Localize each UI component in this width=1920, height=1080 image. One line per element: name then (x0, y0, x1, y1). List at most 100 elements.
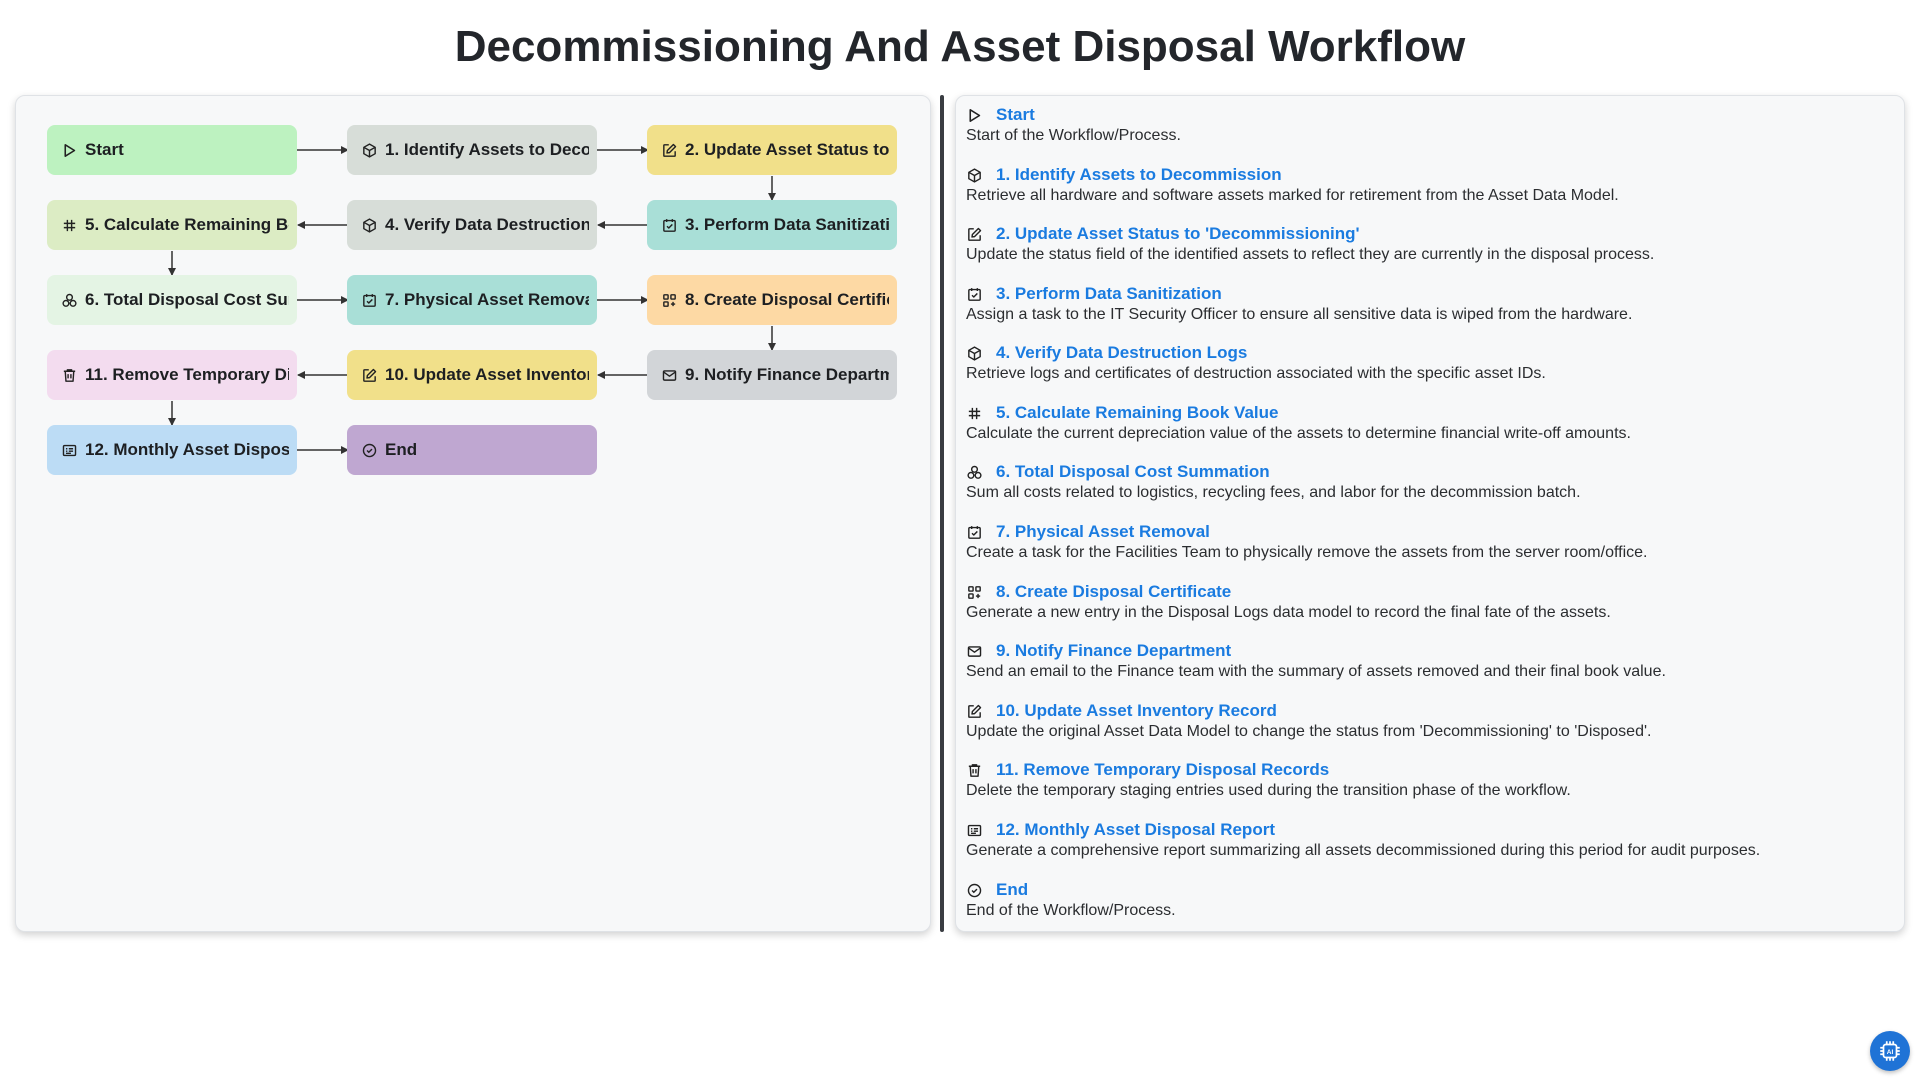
step-title-link[interactable]: End (996, 880, 1028, 900)
node-cost-summation[interactable]: 6. Total Disposal Cost Sum (47, 275, 297, 325)
node-label: 11. Remove Temporary Dis (85, 365, 289, 384)
step-item-11: 11. Remove Temporary Disposal Records De… (966, 759, 1886, 800)
edit-icon (359, 365, 379, 385)
step-item-4: 4. Verify Data Destruction Logs Retrieve… (966, 342, 1886, 383)
step-description: Retrieve all hardware and software asset… (966, 187, 1619, 204)
step-title-link[interactable]: 8. Create Disposal Certificate (996, 582, 1231, 602)
grid-plus-icon (659, 290, 679, 310)
node-label: 10. Update Asset Inventory (385, 365, 589, 384)
step-item-6: 6. Total Disposal Cost Summation Sum all… (966, 461, 1886, 502)
node-label: 3. Perform Data Sanitizatio (685, 215, 889, 234)
step-description: Retrieve logs and certificates of destru… (966, 365, 1546, 382)
node-label: 7. Physical Asset Removal (385, 290, 589, 309)
report-icon (59, 440, 79, 460)
step-title-link[interactable]: Start (996, 105, 1035, 125)
edit-icon (966, 224, 988, 244)
checkbox-icon (359, 290, 379, 310)
play-icon (966, 105, 988, 125)
step-title-link[interactable]: 7. Physical Asset Removal (996, 522, 1210, 542)
mail-icon (966, 641, 988, 661)
node-monthly-report[interactable]: 12. Monthly Asset Disposal (47, 425, 297, 475)
node-end[interactable]: End (347, 425, 597, 475)
step-details-panel (955, 95, 1905, 932)
step-item-start: Start Start of the Workflow/Process. (966, 104, 1886, 145)
step-description: Calculate the current depreciation value… (966, 425, 1631, 442)
step-description: Update the original Asset Data Model to … (966, 723, 1652, 740)
trash-icon (966, 760, 988, 780)
node-remove-temp-records[interactable]: 11. Remove Temporary Dis (47, 350, 297, 400)
checkbox-icon (659, 215, 679, 235)
step-item-2: 2. Update Asset Status to 'Decommissioni… (966, 223, 1886, 264)
step-title-link[interactable]: 6. Total Disposal Cost Summation (996, 462, 1270, 482)
grid-plus-icon (966, 582, 988, 602)
step-description: Generate a new entry in the Disposal Log… (966, 604, 1611, 621)
edit-icon (966, 701, 988, 721)
node-label: 1. Identify Assets to Decom (385, 140, 589, 159)
step-description: Generate a comprehensive report summariz… (966, 842, 1761, 859)
node-label: 9. Notify Finance Departme (685, 365, 889, 384)
step-title-link[interactable]: 9. Notify Finance Department (996, 641, 1231, 661)
check-circle-icon (359, 440, 379, 460)
step-item-8: 8. Create Disposal Certificate Generate … (966, 581, 1886, 622)
node-identify-assets[interactable]: 1. Identify Assets to Decom (347, 125, 597, 175)
step-title-link[interactable]: 2. Update Asset Status to 'Decommissioni… (996, 224, 1360, 244)
svg-text:AI: AI (1887, 1049, 1894, 1056)
panel-divider[interactable] (940, 95, 944, 932)
node-physical-removal[interactable]: 7. Physical Asset Removal (347, 275, 597, 325)
cube-icon (966, 343, 988, 363)
step-description: Send an email to the Finance team with t… (966, 663, 1666, 680)
step-item-5: 5. Calculate Remaining Book Value Calcul… (966, 402, 1886, 443)
step-item-9: 9. Notify Finance Department Send an ema… (966, 640, 1886, 681)
checkbox-icon (966, 284, 988, 304)
step-description: Start of the Workflow/Process. (966, 127, 1181, 144)
step-description: Create a task for the Facilities Team to… (966, 544, 1648, 561)
cube-icon (359, 140, 379, 160)
node-label: Start (85, 140, 124, 159)
circles-icon (59, 290, 79, 310)
trash-icon (59, 365, 79, 385)
checkbox-icon (966, 522, 988, 542)
step-title-link[interactable]: 12. Monthly Asset Disposal Report (996, 820, 1275, 840)
step-description: Delete the temporary staging entries use… (966, 782, 1571, 799)
hash-icon (966, 403, 988, 423)
report-icon (966, 820, 988, 840)
node-label: End (385, 440, 418, 459)
step-description: End of the Workflow/Process. (966, 902, 1176, 919)
node-data-sanitization[interactable]: 3. Perform Data Sanitizatio (647, 200, 897, 250)
step-item-3: 3. Perform Data Sanitization Assign a ta… (966, 283, 1886, 324)
play-icon (59, 140, 79, 160)
step-title-link[interactable]: 11. Remove Temporary Disposal Records (996, 760, 1329, 780)
step-title-link[interactable]: 3. Perform Data Sanitization (996, 284, 1222, 304)
step-title-link[interactable]: 5. Calculate Remaining Book Value (996, 403, 1278, 423)
node-start[interactable]: Start (47, 125, 297, 175)
node-book-value[interactable]: 5. Calculate Remaining Boo (47, 200, 297, 250)
cube-icon (966, 165, 988, 185)
step-description: Update the status field of the identifie… (966, 246, 1655, 263)
check-circle-icon (966, 880, 988, 900)
step-title-link[interactable]: 10. Update Asset Inventory Record (996, 701, 1277, 721)
node-label: 8. Create Disposal Certifica (685, 290, 889, 309)
node-label: 4. Verify Data Destruction L (385, 215, 589, 234)
step-item-7: 7. Physical Asset Removal Create a task … (966, 521, 1886, 562)
edit-icon (659, 140, 679, 160)
step-title-link[interactable]: 1. Identify Assets to Decommission (996, 165, 1282, 185)
node-disposal-certificate[interactable]: 8. Create Disposal Certifica (647, 275, 897, 325)
step-item-end: End End of the Workflow/Process. (966, 879, 1886, 920)
step-description: Assign a task to the IT Security Officer… (966, 306, 1633, 323)
ai-assistant-button[interactable]: AI (1870, 1031, 1910, 1071)
step-title-link[interactable]: 4. Verify Data Destruction Logs (996, 343, 1247, 363)
cube-icon (359, 215, 379, 235)
circles-icon (966, 462, 988, 482)
node-label: 2. Update Asset Status to 'I (685, 140, 889, 159)
node-update-status[interactable]: 2. Update Asset Status to 'I (647, 125, 897, 175)
ai-chip-icon: AI (1877, 1038, 1903, 1064)
node-notify-finance[interactable]: 9. Notify Finance Departme (647, 350, 897, 400)
node-label: 12. Monthly Asset Disposal (85, 440, 289, 459)
node-verify-logs[interactable]: 4. Verify Data Destruction L (347, 200, 597, 250)
mail-icon (659, 365, 679, 385)
page-title: Decommissioning And Asset Disposal Workf… (454, 22, 1466, 71)
hash-icon (59, 215, 79, 235)
step-item-1: 1. Identify Assets to Decommission Retri… (966, 164, 1886, 205)
node-update-inventory[interactable]: 10. Update Asset Inventory (347, 350, 597, 400)
step-description: Sum all costs related to logistics, recy… (966, 484, 1581, 501)
